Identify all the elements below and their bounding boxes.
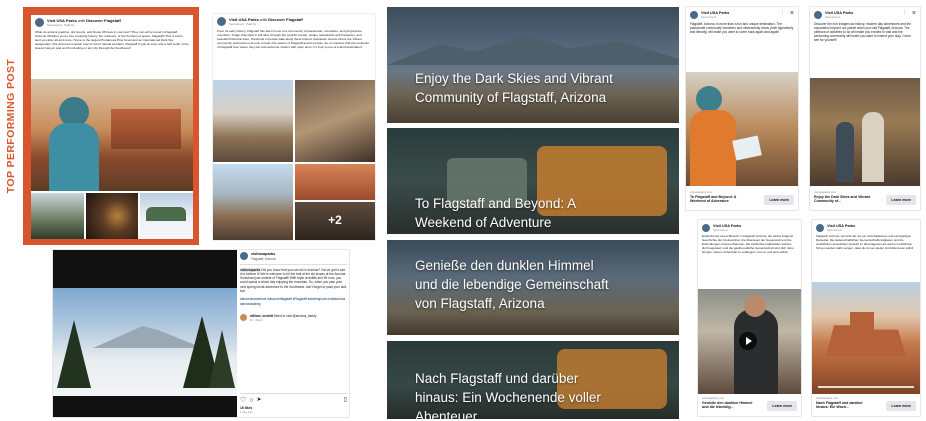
photo-people[interactable]	[295, 80, 375, 162]
ad-sponsored: Sponsored ·	[825, 14, 842, 19]
post-body: From its early history, Flagstaff has be…	[217, 29, 369, 50]
comment-text: Need to visit @arizona_family	[274, 313, 317, 318]
avatar[interactable]	[35, 18, 44, 27]
avatar[interactable]	[217, 17, 226, 26]
learn-more-button[interactable]: Learn more	[767, 401, 797, 411]
ad-header: Visit USA Parks Sponsored · ⋮ ×	[810, 7, 920, 21]
avatar[interactable]	[814, 11, 822, 19]
ad-footer: visitusaparks.com Genieße den dunklen Hi…	[698, 394, 801, 416]
ad-header: Visit USA Parks Sponsored · ⋮ ×	[686, 7, 798, 21]
avatar[interactable]	[690, 11, 698, 19]
play-icon[interactable]	[739, 332, 757, 350]
facebook-post-2: Visit USA Parks with Discover Flagstaff …	[213, 14, 375, 240]
comment-meta: 1h · Reply	[250, 318, 263, 323]
ad-image[interactable]	[686, 72, 798, 186]
comment-icon[interactable]: ○	[249, 397, 253, 404]
avatar[interactable]	[240, 252, 248, 261]
learn-more-button[interactable]: Learn more	[886, 195, 916, 205]
more-icon[interactable]: ⋮	[902, 10, 907, 16]
ad-sponsored: Sponsored ·	[713, 227, 730, 232]
photo-mural-downtown[interactable]	[213, 80, 293, 162]
partner-name[interactable]: Discover Flagstaff	[268, 17, 303, 22]
post-header: Visit USA Parks with Discover Flagstaff …	[31, 15, 193, 30]
banner-dark-skies-de[interactable]: Genieße den dunklen Himmel und die leben…	[387, 240, 679, 335]
partner-name[interactable]: Discover Flagstaff	[86, 18, 121, 23]
post-body: What do ancient pueblos, old resorts, an…	[35, 30, 189, 51]
share-icon[interactable]: ➤	[257, 397, 262, 404]
avatar[interactable]	[240, 313, 247, 321]
banner-dark-skies[interactable]: Enjoy the Dark Skies and Vibrant Communi…	[387, 7, 679, 123]
ad-header: Visit USA Parks Sponsored ·	[812, 220, 920, 234]
photo-ruins[interactable]	[295, 164, 375, 200]
banner-beyond-de[interactable]: Nach Flagstaff und darüber hinaus: Ein W…	[387, 341, 679, 419]
ad-footer: visitusaparks.com To Flagstaff and Beyon…	[686, 188, 798, 210]
ad-title[interactable]: Genieße den dunklen Himmel und die leben…	[702, 401, 757, 410]
banner-text: Nach Flagstaff und darüber hinaus: Ein W…	[415, 371, 601, 419]
heart-icon[interactable]: ♡	[240, 397, 246, 404]
post-meta: Sponsored · Paid by ...	[47, 23, 78, 27]
instagram-sidebar: visitusaparks Flagstaff, Arizona visitus…	[240, 252, 347, 415]
photo-ski[interactable]	[140, 193, 193, 239]
more-photos-count: +2	[328, 213, 342, 227]
bookmark-icon[interactable]: ▯	[344, 397, 347, 404]
ad-title[interactable]: Enjoy the Dark Skies and Vibrant Communi…	[814, 195, 874, 204]
insta-actions: ♡ ○ ➤ ▯ 16 likes 1 day ago	[240, 393, 347, 415]
photo-observatory[interactable]	[86, 193, 138, 239]
ad-sponsored: Sponsored ·	[701, 14, 718, 19]
top-post-label: TOP PERFORMING POST	[1, 8, 21, 244]
ad-title[interactable]: Nach Flagstaff und darüber hinaus: Ein W…	[816, 401, 874, 410]
post-meta: Sponsored · Paid by ...	[229, 22, 260, 26]
facebook-post-1: Visit USA Parks with Discover Flagstaff …	[31, 15, 193, 239]
close-icon[interactable]: ×	[790, 10, 794, 17]
avatar[interactable]	[702, 224, 710, 232]
ad-body: Flagstaff, Arizona, is more than a fun a…	[690, 22, 794, 35]
post-date: 1 day ago	[240, 410, 253, 414]
banner-text: To Flagstaff and Beyond: A Weekend of Ad…	[415, 196, 576, 230]
insta-account[interactable]: visitusaparks	[251, 252, 276, 257]
ad-card-3: Visit USA Parks Sponsored · Entdecke bei…	[698, 220, 801, 416]
top-post-label-text: TOP PERFORMING POST	[5, 58, 17, 194]
hashtags[interactable]: #arizonasnowbowl #discoverflagstaff #Fla…	[240, 297, 347, 306]
ad-card-4: Visit USA Parks Sponsored · Flagstaff, A…	[812, 220, 920, 416]
ad-footer: visitusaparks.com Nach Flagstaff und dar…	[812, 394, 920, 416]
ad-card-1: Visit USA Parks Sponsored · ⋮ × Flagstaf…	[686, 7, 798, 210]
ad-header: Visit USA Parks Sponsored ·	[698, 220, 801, 234]
caption-text: Did you know that you can ski in Arizona…	[240, 267, 347, 293]
post-header: Visit USA Parks with Discover Flagstaff …	[213, 14, 375, 29]
banner-beyond[interactable]: To Flagstaff and Beyond: A Weekend of Ad…	[387, 128, 679, 234]
more-icon[interactable]: ⋮	[780, 10, 785, 16]
learn-more-button[interactable]: Learn more	[764, 195, 794, 205]
photo-street[interactable]	[213, 164, 293, 240]
ad-sponsored: Sponsored ·	[827, 227, 844, 232]
ad-image[interactable]	[810, 78, 920, 186]
banner-text: Genieße den dunklen Himmel und die leben…	[415, 258, 609, 311]
ad-card-2: Visit USA Parks Sponsored · ⋮ × Discover…	[810, 7, 920, 210]
learn-more-button[interactable]: Learn more	[886, 401, 916, 411]
insta-location[interactable]: Flagstaff, Arizona	[251, 257, 276, 261]
ad-title[interactable]: To Flagstaff and Beyond: A Weekend of Ad…	[690, 195, 750, 204]
photo-ski-slope[interactable]	[53, 250, 237, 417]
banner-text: Enjoy the Dark Skies and Vibrant Communi…	[415, 71, 613, 105]
ad-video[interactable]	[698, 289, 801, 394]
photo-more[interactable]: +2	[295, 202, 375, 240]
ad-body: Entdecke bei einem Besuch in Flagstaff, …	[702, 234, 794, 254]
ad-body: Discover the rich Indigenous history, mo…	[814, 22, 912, 43]
ad-video[interactable]	[812, 282, 920, 394]
photo-pines[interactable]	[31, 193, 84, 239]
ad-body: Flagstaff, Arizona, ist mehr als nur ein…	[816, 234, 914, 250]
close-icon[interactable]: ×	[912, 10, 916, 17]
photo-hiker[interactable]	[31, 79, 193, 191]
ad-footer: visitusaparks.com Enjoy the Dark Skies a…	[810, 188, 920, 210]
avatar[interactable]	[816, 224, 824, 232]
